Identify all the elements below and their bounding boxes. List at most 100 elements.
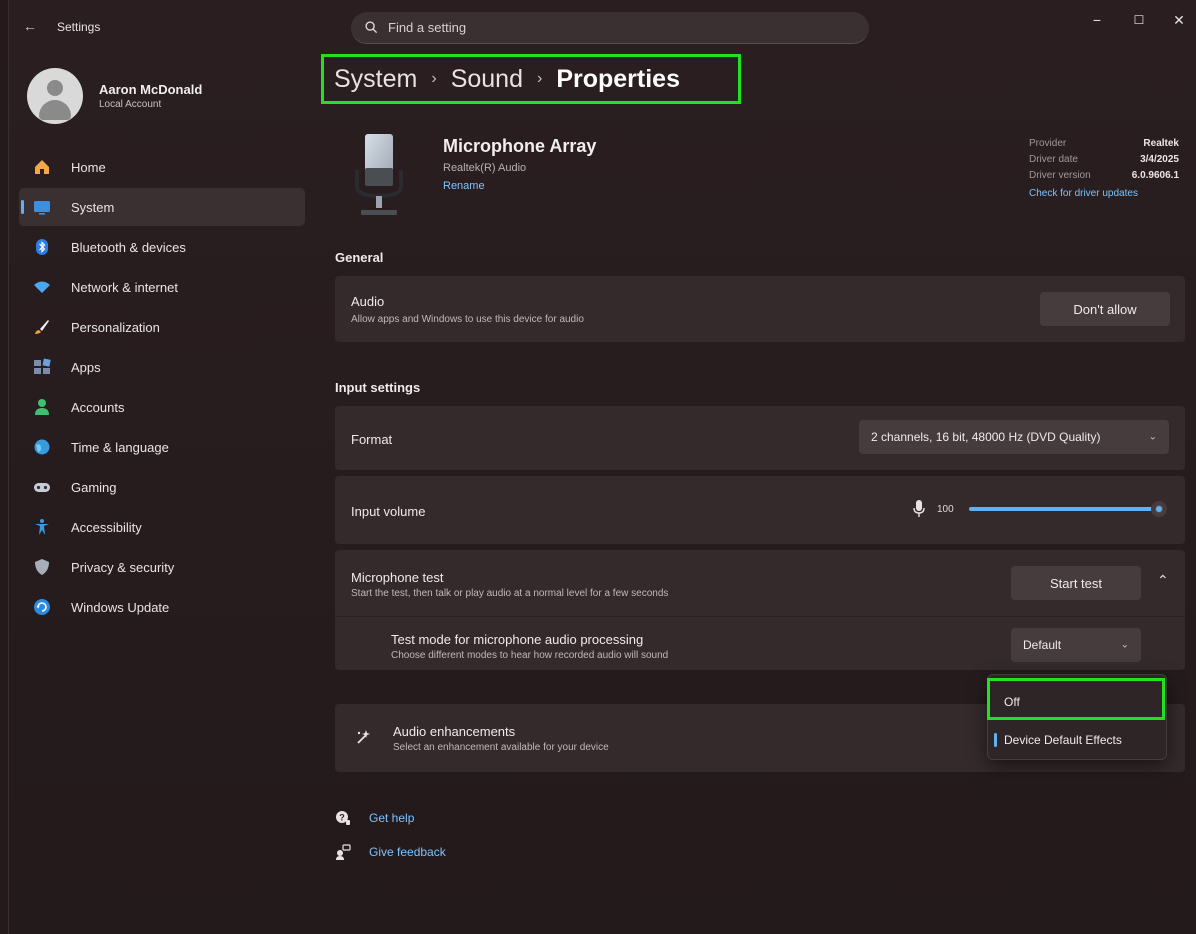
give-feedback-label: Give feedback bbox=[369, 845, 446, 859]
breadcrumb: System › Sound › Properties bbox=[321, 54, 741, 104]
menu-item-device-default-effects[interactable]: Device Default Effects bbox=[992, 723, 1164, 757]
sidebar-item-bluetooth[interactable]: Bluetooth & devices bbox=[19, 228, 305, 266]
input-volume-label: Input volume bbox=[351, 504, 426, 519]
sidebar-item-label: Time & language bbox=[71, 439, 169, 455]
system-icon bbox=[33, 198, 51, 216]
sidebar-item-system[interactable]: System bbox=[19, 188, 305, 226]
gamepad-icon bbox=[33, 478, 51, 496]
check-driver-updates-link[interactable]: Check for driver updates bbox=[1029, 188, 1179, 199]
breadcrumb-sound[interactable]: Sound bbox=[451, 65, 523, 94]
sidebar-item-accounts[interactable]: Accounts bbox=[19, 388, 305, 426]
driver-info: Provider Realtek Driver date 3/4/2025 Driv… bbox=[1029, 138, 1179, 199]
mic-test-card: Microphone test Start the test, then tal… bbox=[335, 550, 1185, 670]
sidebar-item-home[interactable]: Home bbox=[19, 148, 305, 186]
sidebar-item-label: Accessibility bbox=[71, 519, 142, 535]
breadcrumb-system[interactable]: System bbox=[334, 65, 417, 94]
audio-card: Audio Allow apps and Windows to use this… bbox=[335, 276, 1185, 342]
enhancement-icon bbox=[357, 730, 370, 744]
feedback-icon bbox=[335, 844, 351, 860]
user-profile[interactable]: Aaron McDonald Local Account bbox=[27, 68, 202, 124]
sidebar-item-network[interactable]: Network & internet bbox=[19, 268, 305, 306]
sidebar-item-label: System bbox=[71, 199, 115, 215]
search-input[interactable] bbox=[388, 20, 828, 35]
sidebar-item-label: Bluetooth & devices bbox=[71, 239, 186, 255]
mic-test-title: Microphone test bbox=[351, 570, 444, 585]
profile-subtitle: Local Account bbox=[99, 99, 162, 110]
format-label: Format bbox=[351, 432, 393, 447]
test-mode-value: Default bbox=[1023, 638, 1062, 652]
avatar bbox=[27, 68, 83, 124]
volume-slider-thumb[interactable] bbox=[1151, 501, 1167, 517]
globe-icon bbox=[33, 438, 51, 456]
section-input-settings: Input settings bbox=[335, 380, 421, 395]
input-volume-card: Input volume 100 bbox=[335, 476, 1185, 544]
driver-info-key: Driver date bbox=[1029, 154, 1078, 165]
device-driver: Realtek(R) Audio bbox=[443, 162, 527, 174]
sidebar-item-label: Network & internet bbox=[71, 279, 178, 295]
minimize-button[interactable]: − bbox=[1082, 8, 1112, 32]
sidebar-item-label: Gaming bbox=[71, 479, 117, 495]
profile-name: Aaron McDonald bbox=[99, 82, 203, 97]
audio-enhancements-title: Audio enhancements bbox=[393, 724, 516, 739]
search-icon bbox=[365, 21, 378, 34]
sidebar-item-windows-update[interactable]: Windows Update bbox=[19, 588, 305, 626]
maximize-button[interactable]: ☐ bbox=[1124, 8, 1154, 32]
search-box[interactable] bbox=[351, 12, 869, 44]
microphone-small-icon bbox=[913, 500, 925, 517]
sidebar-item-gaming[interactable]: Gaming bbox=[19, 468, 305, 506]
apps-icon bbox=[33, 358, 51, 376]
rename-link[interactable]: Rename bbox=[443, 180, 485, 192]
app-title: Settings bbox=[57, 20, 101, 34]
start-test-button[interactable]: Start test bbox=[1011, 566, 1141, 600]
driver-info-value: 3/4/2025 bbox=[1140, 154, 1179, 165]
volume-slider-track[interactable] bbox=[969, 507, 1157, 511]
sidebar-nav: Home System Bluetooth & devices Network … bbox=[19, 148, 305, 628]
volume-value: 100 bbox=[937, 504, 954, 515]
accounts-icon bbox=[33, 398, 51, 416]
driver-info-key: Driver version bbox=[1029, 170, 1091, 181]
section-general: General bbox=[335, 250, 384, 265]
sidebar-item-label: Accounts bbox=[71, 399, 125, 415]
back-button[interactable]: ← bbox=[23, 18, 43, 38]
settings-window: ← Settings − ☐ ✕ Aaron McDonald Local Ac… bbox=[8, 0, 1196, 934]
bluetooth-icon bbox=[33, 238, 51, 256]
update-icon bbox=[33, 598, 51, 616]
get-help-link[interactable]: ? Get help bbox=[335, 810, 414, 826]
format-value: 2 channels, 16 bit, 48000 Hz (DVD Qualit… bbox=[871, 430, 1101, 444]
audio-enhancements-subtitle: Select an enhancement available for your… bbox=[393, 742, 609, 753]
driver-info-key: Provider bbox=[1029, 138, 1067, 149]
give-feedback-link[interactable]: Give feedback bbox=[335, 844, 446, 860]
help-icon: ? bbox=[335, 810, 351, 826]
device-name: Microphone Array bbox=[443, 136, 597, 156]
sidebar-item-apps[interactable]: Apps bbox=[19, 348, 305, 386]
chevron-down-icon: ⌄ bbox=[1120, 639, 1129, 651]
driver-info-value: Realtek bbox=[1143, 138, 1179, 149]
driver-info-value: 6.0.9606.1 bbox=[1131, 170, 1179, 181]
sidebar-item-accessibility[interactable]: Accessibility bbox=[19, 508, 305, 546]
sidebar-item-label: Windows Update bbox=[71, 599, 170, 615]
breadcrumb-separator: › bbox=[431, 70, 437, 87]
shield-icon bbox=[33, 558, 51, 576]
breadcrumb-properties: Properties bbox=[556, 64, 680, 93]
chevron-up-icon[interactable]: ⌃ bbox=[1157, 572, 1169, 589]
sidebar-item-label: Home bbox=[71, 159, 106, 175]
dont-allow-button[interactable]: Don't allow bbox=[1040, 292, 1170, 326]
close-button[interactable]: ✕ bbox=[1164, 8, 1194, 32]
microphone-icon bbox=[355, 134, 403, 215]
sidebar-item-time-language[interactable]: Time & language bbox=[19, 428, 305, 466]
test-mode-dropdown[interactable]: Default ⌄ bbox=[1011, 628, 1141, 662]
sidebar-item-personalization[interactable]: Personalization bbox=[19, 308, 305, 346]
audio-title: Audio bbox=[351, 294, 385, 309]
get-help-label: Get help bbox=[369, 811, 415, 825]
format-dropdown[interactable]: 2 channels, 16 bit, 48000 Hz (DVD Qualit… bbox=[859, 420, 1169, 454]
sidebar-item-label: Privacy & security bbox=[71, 559, 175, 575]
format-card: Format 2 channels, 16 bit, 48000 Hz (DVD… bbox=[335, 406, 1185, 470]
title-bar: ← Settings − ☐ ✕ bbox=[9, 0, 1196, 56]
test-mode-subtitle: Choose different modes to hear how recor… bbox=[391, 650, 669, 661]
svg-text:?: ? bbox=[339, 813, 345, 823]
highlight-box bbox=[987, 678, 1165, 720]
sidebar-item-label: Personalization bbox=[71, 319, 160, 335]
sidebar-item-privacy[interactable]: Privacy & security bbox=[19, 548, 305, 586]
audio-subtitle: Allow apps and Windows to use this devic… bbox=[351, 314, 584, 325]
sidebar-item-label: Apps bbox=[71, 359, 101, 375]
